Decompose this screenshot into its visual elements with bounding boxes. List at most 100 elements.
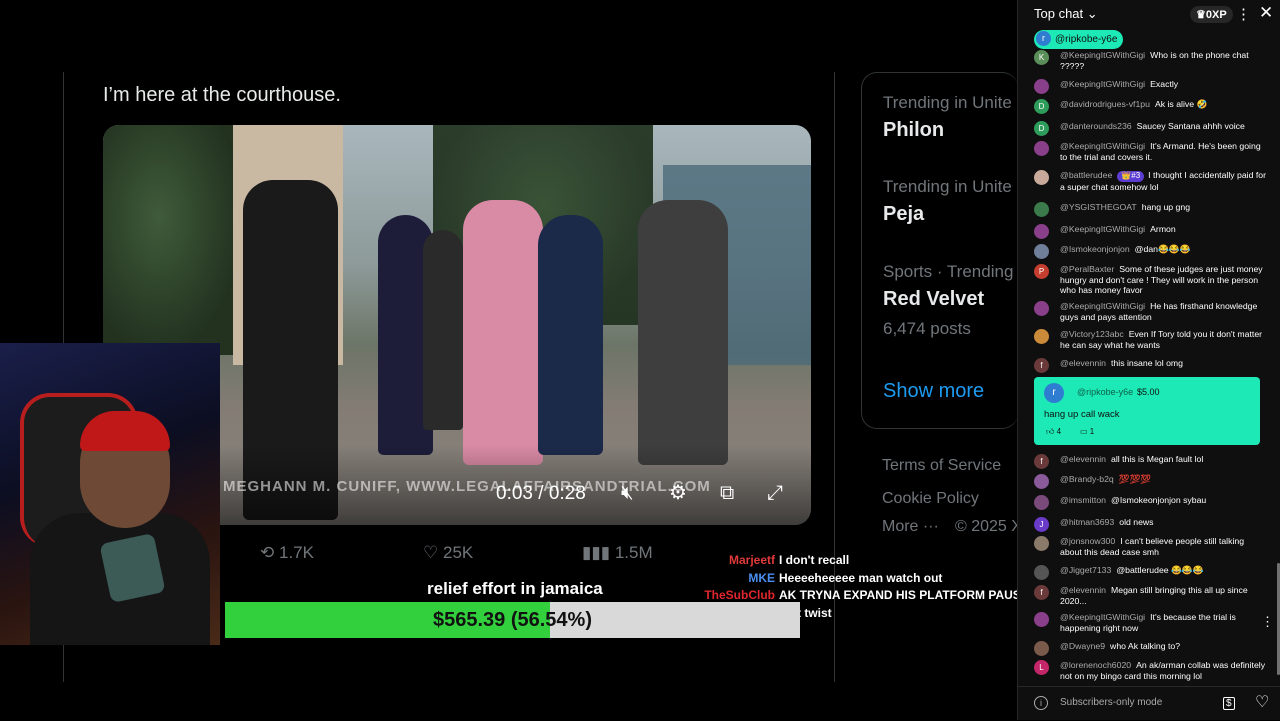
chat-text: @Ismokeonjonjon sybau — [1111, 495, 1207, 505]
chat-author[interactable]: @KeepingItGWithGigi — [1060, 301, 1145, 311]
chat-message-body: @battlerudee 👑#3 I thought I accidentally … — [1060, 170, 1268, 192]
superchat-like-button[interactable]: 👍︎ 4 — [1046, 427, 1061, 437]
video-scene-trees — [103, 125, 243, 355]
trend-context: Trending in Unite — [883, 177, 1012, 196]
pinned-user-chip[interactable]: r @ripkobe-y6e — [1034, 30, 1124, 49]
super-chat-icon[interactable]: $ — [1223, 697, 1235, 710]
views-button[interactable]: ▮▮▮ 1.5M — [582, 543, 653, 563]
more-link[interactable]: More ··· — [882, 518, 939, 536]
chat-author[interactable]: @Brandy-b2q — [1060, 474, 1114, 484]
streamer-cap — [80, 411, 170, 451]
trend-title[interactable]: Philon — [883, 119, 944, 142]
chat-author[interactable]: @danterounds236 — [1060, 121, 1132, 131]
chat-author[interactable]: @battlerudee — [1060, 170, 1112, 180]
superchat-like-count: 4 — [1056, 427, 1062, 436]
chat-author[interactable]: @KeepingItGWithGigi — [1060, 141, 1145, 151]
chat-author[interactable]: @PeralBaxter — [1060, 264, 1114, 274]
avatar — [1034, 202, 1049, 217]
xp-badge[interactable]: ♛0XP — [1190, 6, 1233, 23]
chat-message-body: @Ismokeonjonjon @dan😂😂😂 — [1060, 244, 1268, 255]
member-badge: 👑#3 — [1117, 171, 1145, 182]
like-button[interactable]: ♡ 25K — [423, 543, 473, 563]
close-icon[interactable]: ✕ — [1259, 3, 1273, 23]
overlay-chat-row: Marjeetf I don't recall — [700, 553, 1010, 571]
chat-text: Armon — [1150, 224, 1176, 234]
chat-author[interactable]: @Victory123abc — [1060, 329, 1124, 339]
superchat-name: @ripkobe-y6e — [1077, 387, 1134, 397]
video-person — [638, 200, 728, 465]
cookie-link[interactable]: Cookie Policy — [882, 490, 979, 508]
retweet-button[interactable]: ⟲ 1.7K — [260, 543, 314, 563]
message-options-icon[interactable]: ⋮ — [1261, 614, 1274, 630]
chat-message-body: @YSGISTHEGOAT hang up gng — [1060, 202, 1268, 213]
chat-author[interactable]: @Dwayne9 — [1060, 641, 1105, 651]
crown-icon: ♛ — [1196, 9, 1206, 21]
show-more-link[interactable]: Show more — [883, 380, 984, 403]
trend-title[interactable]: Peja — [883, 203, 924, 226]
chat-message-body: @KeepingItGWithGigi It's Armand. He's bee… — [1060, 141, 1268, 162]
chat-message-body: @davidrodrigues-vf1pu Ak is alive 🤣 — [1060, 99, 1268, 110]
chat-author[interactable]: @YSGISTHEGOAT — [1060, 202, 1137, 212]
chat-author[interactable]: @lorenenoch6020 — [1060, 660, 1131, 670]
chat-text: this insane lol omg — [1111, 358, 1183, 368]
chat-author[interactable]: @elevennin — [1060, 454, 1106, 464]
avatar: J — [1034, 517, 1049, 532]
more-options-icon[interactable]: ⋮ — [1236, 5, 1251, 23]
chat-message-body: @KeepingItGWithGigi Armon — [1060, 224, 1268, 235]
trend-context: Trending in Unite — [883, 93, 1012, 112]
avatar: f — [1034, 585, 1049, 600]
chat-text: @battlerudee 😂😂😂 — [1116, 565, 1204, 575]
info-icon[interactable]: i — [1034, 696, 1048, 710]
chat-author[interactable]: @Ismokeonjonjon — [1060, 244, 1130, 254]
video-person — [463, 200, 543, 465]
avatar — [1034, 536, 1049, 551]
avatar: P — [1034, 264, 1049, 279]
avatar — [1034, 244, 1049, 259]
chat-message-body: @lorenenoch6020 An ak/arman collab was de… — [1060, 660, 1268, 681]
chat-author[interactable]: @imsmitton — [1060, 495, 1106, 505]
chat-message-body: @Brandy-b2q 💯💯💯 — [1060, 474, 1268, 485]
chat-message-body: @imsmitton @Ismokeonjonjon sybau — [1060, 495, 1268, 506]
chat-message-body: @KeepingItGWithGigi He has firsthand know… — [1060, 301, 1268, 322]
chat-author[interactable]: @davidrodrigues-vf1pu — [1060, 99, 1150, 109]
superchat-reply-button[interactable]: ▭ 1 — [1080, 427, 1094, 436]
chat-message-body: @elevennin Megan still bringing this all … — [1060, 585, 1268, 606]
settings-icon[interactable]: ⚙︎ — [669, 480, 687, 505]
chat-author[interactable]: @KeepingItGWithGigi — [1060, 79, 1145, 89]
chat-header: Top chat ⌄ ♛0XP ⋮ ✕ r @ripkobe-y6e — [1018, 0, 1280, 56]
chat-text: old news — [1119, 517, 1154, 527]
chat-author[interactable]: @Jigget7133 — [1060, 565, 1111, 575]
heart-icon[interactable]: ♡ — [1255, 692, 1269, 712]
pip-icon[interactable]: ⧉ — [720, 482, 734, 505]
chat-message-body: @KeepingItGWithGigi It's because the tria… — [1060, 612, 1268, 633]
chat-author[interactable]: @hitman3693 — [1060, 517, 1114, 527]
top-chat-dropdown[interactable]: Top chat ⌄ — [1034, 6, 1098, 22]
fullscreen-icon[interactable]: ⤢ — [767, 482, 783, 505]
terms-link[interactable]: Terms of Service — [882, 457, 1001, 475]
views-count: 1.5M — [614, 543, 653, 562]
avatar: D — [1034, 121, 1049, 136]
mute-icon[interactable]: 🔇︎ — [621, 482, 634, 505]
superchat-reply-count: 1 — [1089, 427, 1095, 436]
chat-messages: K @KeepingItGWithGigi Who is on the phone … — [1018, 50, 1280, 686]
avatar — [1034, 170, 1049, 185]
chat-message-body: @jonsnow300 I can't believe people still … — [1060, 536, 1268, 557]
superchat-amount: $5.00 — [1137, 387, 1160, 397]
chat-text: all this is Megan fault lol — [1111, 454, 1204, 464]
avatar: f — [1034, 358, 1049, 373]
chat-author[interactable]: @KeepingItGWithGigi — [1060, 612, 1145, 622]
chat-author[interactable]: @jonsnow300 — [1060, 536, 1115, 546]
chat-author[interactable]: @elevennin — [1060, 585, 1106, 595]
superchat[interactable]: r @ripkobe-y6e $5.00 hang up call wack 👍… — [1034, 377, 1260, 445]
chat-text: Saucey Santana ahhh voice — [1136, 121, 1245, 131]
comment-icon: ▭ — [1080, 427, 1088, 436]
stream-area: I’m here at the courthouse. MEGHANN M. C… — [0, 0, 1017, 720]
retweet-count: 1.7K — [278, 543, 314, 562]
overlay-chat-name: Marjeetf — [728, 553, 775, 567]
avatar: r — [1036, 30, 1051, 46]
chat-author[interactable]: @KeepingItGWithGigi — [1060, 224, 1145, 234]
chat-author[interactable]: @KeepingItGWithGigi — [1060, 50, 1145, 60]
trend-title[interactable]: Red Velvet — [883, 288, 984, 311]
chat-author[interactable]: @elevennin — [1060, 358, 1106, 368]
video-person — [538, 215, 603, 455]
